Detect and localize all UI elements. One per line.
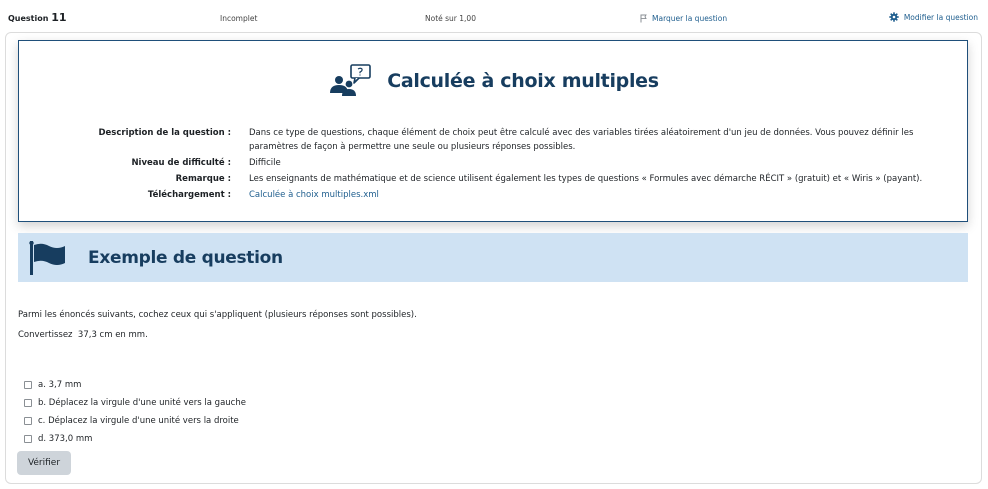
answer-option[interactable]: b. Déplacez la virgule d'une unité vers … [24,394,246,412]
answer-checkbox[interactable] [24,399,32,407]
question-label: Question [8,14,49,23]
question-type-info-box: Calculée à choix multiples Description d… [18,40,968,222]
example-banner: Exemple de question [18,233,968,282]
info-row-remark: Remarque : Les enseignants de mathématiq… [19,172,967,186]
question-instruction: Parmi les énoncés suivants, cochez ceux … [18,310,417,320]
gear-icon [889,12,899,22]
question-card: Calculée à choix multiples Description d… [5,32,982,484]
flag-outline-icon [640,14,647,23]
answer-checkbox[interactable] [24,435,32,443]
answer-label: d. 373,0 mm [38,434,93,444]
answer-checkbox[interactable] [24,381,32,389]
question-state: Incomplet [220,14,258,23]
question-info-bar: Question 11 Incomplet Noté sur 1,00 Marq… [0,0,988,32]
answer-option[interactable]: a. 3,7 mm [24,376,246,394]
answer-label: a. 3,7 mm [38,380,82,390]
question-number: Question 11 [8,11,67,24]
answer-label: c. Déplacez la virgule d'une unité vers … [38,416,239,426]
info-row-value: Difficile [249,158,281,168]
answer-option[interactable]: d. 373,0 mm [24,430,246,448]
question-number-value: 11 [51,11,67,24]
answer-label: b. Déplacez la virgule d'une unité vers … [38,398,246,408]
info-row-label: Description de la question : [98,128,231,138]
info-row-description: Description de la question : Dans ce typ… [19,126,967,154]
question-grade: Noté sur 1,00 [425,14,476,23]
info-row-value: Les enseignants de mathématique et de sc… [249,174,923,184]
info-title: Calculée à choix multiples [387,70,659,92]
info-row-label: Remarque : [175,174,231,184]
flag-question-link[interactable]: Marquer la question [640,14,727,23]
download-xml-link[interactable]: Calculée à choix multiples.xml [249,190,379,200]
verify-button[interactable]: Vérifier [17,451,71,475]
info-row-download: Téléchargement : Calculée à choix multip… [19,188,967,202]
answer-option[interactable]: c. Déplacez la virgule d'une unité vers … [24,412,246,430]
info-title-row: Calculée à choix multiples [19,63,967,99]
info-row-label: Téléchargement : [147,190,231,200]
info-row-label: Niveau de difficulté : [131,158,231,168]
flag-icon [29,240,65,275]
info-rows: Description de la question : Dans ce typ… [19,126,967,204]
info-row-value: Dans ce type de questions, chaque élémen… [249,128,914,152]
answer-list: a. 3,7 mm b. Déplacez la virgule d'une u… [24,376,246,448]
question-prompt: Convertissez 37,3 cm en mm. [18,330,148,340]
flag-question-label: Marquer la question [652,14,728,23]
edit-question-link[interactable]: Modifier la question [889,12,978,22]
example-banner-title: Exemple de question [88,247,283,268]
answer-checkbox[interactable] [24,417,32,425]
users-chat-icon [330,64,372,96]
info-row-difficulty: Niveau de difficulté : Difficile [19,156,967,170]
edit-question-label: Modifier la question [903,12,978,22]
info-row-value: Calculée à choix multiples.xml [249,188,939,202]
question-text: Parmi les énoncés suivants, cochez ceux … [18,305,417,345]
